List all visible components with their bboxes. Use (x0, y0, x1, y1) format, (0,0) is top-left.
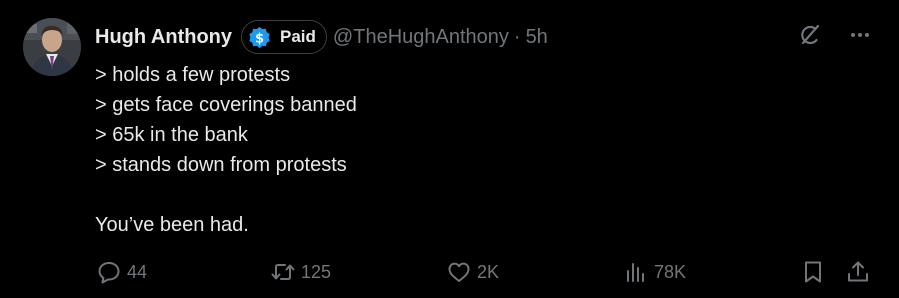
heart-icon (448, 262, 470, 282)
tweet-line: > stands down from protests (95, 154, 347, 176)
grok-icon (801, 24, 820, 45)
action-bar: 44 125 2K 78K (0, 254, 899, 290)
views-button[interactable]: 78K (623, 254, 686, 290)
tweet-text: > holds a few protests > gets face cover… (95, 60, 855, 240)
like-count: 2K (477, 261, 500, 282)
paid-label: Paid (280, 27, 316, 46)
share-icon (848, 261, 868, 282)
user-handle[interactable]: @TheHughAnthony (333, 26, 509, 49)
reply-icon (98, 262, 120, 284)
dollar-icon: $ (249, 26, 270, 48)
repost-button[interactable]: 125 (270, 254, 331, 290)
tweet-line: > holds a few protests (95, 64, 291, 86)
tweet-header: Hugh Anthony $ Paid @TheHughAnthony · 5h (95, 19, 548, 55)
top-actions (797, 22, 873, 48)
svg-text:$: $ (255, 31, 264, 46)
grok-button[interactable] (797, 22, 823, 48)
repost-icon (271, 264, 295, 280)
line-break (95, 180, 855, 210)
reply-button[interactable]: 44 (96, 254, 147, 290)
share-button[interactable] (845, 254, 871, 290)
separator-dot: · (513, 25, 521, 48)
repost-count: 125 (301, 261, 332, 282)
tweet[interactable]: Hugh Anthony $ Paid @TheHughAnthony · 5h (0, 0, 899, 298)
bookmark-icon (805, 261, 821, 283)
views-count: 78K (654, 261, 687, 282)
reply-count: 44 (127, 261, 148, 282)
timestamp[interactable]: 5h (526, 26, 548, 49)
avatar[interactable] (23, 18, 81, 76)
more-icon (851, 33, 869, 37)
views-icon (627, 263, 644, 282)
display-name[interactable]: Hugh Anthony (95, 26, 232, 49)
tweet-line: > gets face coverings banned (95, 94, 357, 116)
tweet-line: > 65k in the bank (95, 124, 248, 146)
paid-badge[interactable]: $ Paid (241, 20, 327, 54)
avatar-image (23, 18, 81, 76)
bookmark-button[interactable] (800, 254, 826, 290)
more-button[interactable] (847, 22, 873, 48)
like-button[interactable]: 2K (446, 254, 499, 290)
tweet-closing-line: You’ve been had. (95, 214, 249, 236)
